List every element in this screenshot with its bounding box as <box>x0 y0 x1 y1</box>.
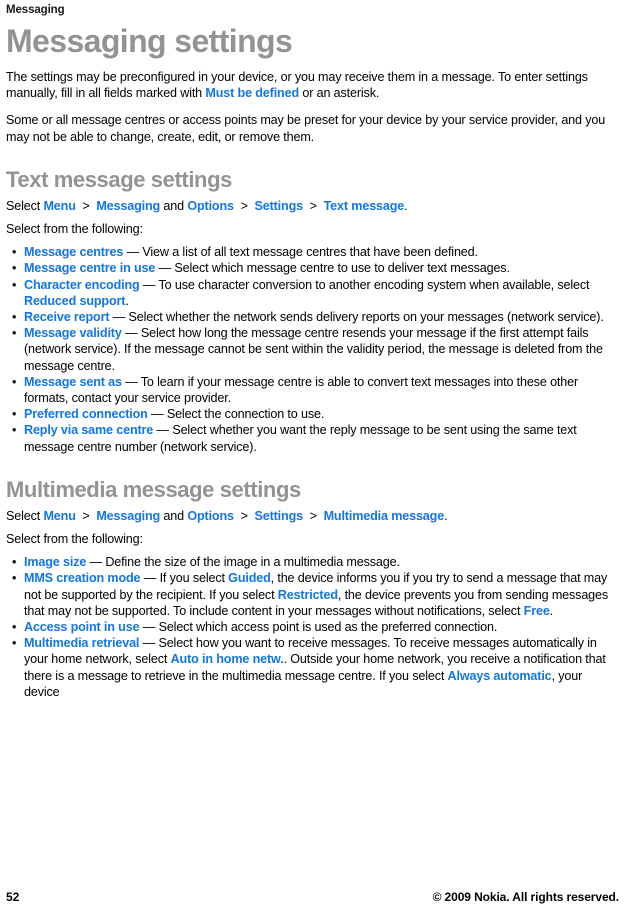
setting-description: . <box>125 293 129 308</box>
list-item: • Preferred connection — Select the conne… <box>6 406 619 422</box>
setting-description: — View a list of all text message centre… <box>123 245 478 260</box>
bullet-dot-icon: • <box>12 374 17 389</box>
setting-description: . <box>549 603 554 618</box>
menu-path-prefix: Select <box>6 198 44 213</box>
setting-name[interactable]: Access point in use <box>24 620 140 634</box>
setting-name[interactable]: Character encoding <box>24 278 140 292</box>
intro-para1-text-b: or an asterisk. <box>299 86 380 101</box>
menu-path-item[interactable]: Multimedia message <box>324 509 445 523</box>
bullet-dot-icon: • <box>12 636 17 651</box>
menu-path: Select Menu > Messaging and Options > Se… <box>6 198 619 214</box>
list-item: • MMS creation mode — If you select Guide… <box>6 570 619 619</box>
list-item: • Message centres — View a list of all te… <box>6 244 619 260</box>
setting-value-keyword[interactable]: Auto in home netw. <box>171 652 284 666</box>
setting-name[interactable]: MMS creation mode <box>24 571 141 585</box>
menu-path-item[interactable]: Options <box>187 509 234 523</box>
setting-value-keyword[interactable]: Reduced support <box>24 294 125 308</box>
setting-name[interactable]: Multimedia retrieval <box>24 636 139 650</box>
running-header: Messaging <box>6 4 65 16</box>
setting-value-keyword[interactable]: Guided <box>228 571 271 585</box>
list-item: • Access point in use — Select which acce… <box>6 619 619 635</box>
setting-value-keyword[interactable]: Restricted <box>278 588 338 602</box>
menu-path-item[interactable]: Settings <box>254 199 303 213</box>
setting-description: — Select which message centre to use to … <box>155 261 510 276</box>
bullet-dot-icon: • <box>12 423 17 438</box>
setting-name[interactable]: Reply via same centre <box>24 423 153 437</box>
menu-path-item[interactable]: Messaging <box>96 199 160 213</box>
menu-path-separator: > <box>233 198 255 213</box>
bullet-dot-icon: • <box>12 261 17 276</box>
list-item: • Multimedia retrieval — Select how you w… <box>6 635 619 700</box>
menu-path-item[interactable]: Options <box>187 199 234 213</box>
menu-path-item[interactable]: Text message <box>324 199 405 213</box>
setting-name[interactable]: Message centres <box>24 245 123 259</box>
bullet-dot-icon: • <box>12 277 17 292</box>
section-lead-in: Select from the following: <box>6 532 143 547</box>
list-item: • Message centre in use — Select which me… <box>6 260 619 276</box>
bullet-dot-icon: • <box>12 310 17 325</box>
bullet-dot-icon: • <box>12 326 17 341</box>
setting-name[interactable]: Image size <box>24 555 86 569</box>
menu-path-separator: > <box>302 198 324 213</box>
menu-path-separator: and <box>160 198 188 213</box>
menu-path-item[interactable]: Menu <box>43 199 75 213</box>
menu-path-separator: > <box>75 508 97 523</box>
document-page: Messaging Messaging settings The setting… <box>0 0 625 912</box>
menu-path-separator: > <box>233 508 255 523</box>
setting-description: — Select whether the network sends deliv… <box>109 310 604 325</box>
settings-list: • Message centres — View a list of all te… <box>6 244 619 455</box>
menu-path-separator: and <box>160 508 188 523</box>
list-item: • Message validity — Select how long the … <box>6 325 619 374</box>
setting-value-keyword[interactable]: Free <box>524 604 550 618</box>
menu-path-prefix: Select <box>6 508 44 523</box>
sections-container: Text message settings Select Menu > Messa… <box>6 167 619 700</box>
menu-path: Select Menu > Messaging and Options > Se… <box>6 508 619 524</box>
bullet-dot-icon: • <box>12 571 17 586</box>
menu-path-item[interactable]: Settings <box>254 509 303 523</box>
list-item: • Reply via same centre — Select whether … <box>6 422 619 454</box>
setting-name[interactable]: Message centre in use <box>24 261 155 275</box>
bullet-dot-icon: • <box>12 555 17 570</box>
setting-description: — Define the size of the image in a mult… <box>86 555 400 570</box>
setting-name[interactable]: Message validity <box>24 326 122 340</box>
list-item: • Message sent as — To learn if your mess… <box>6 374 619 406</box>
settings-list: • Image size — Define the size of the ima… <box>6 554 619 700</box>
list-item: • Image size — Define the size of the ima… <box>6 554 619 570</box>
list-item: • Character encoding — To use character c… <box>6 277 619 309</box>
intro-paragraph-2: Some or all message centres or access po… <box>6 113 606 144</box>
bullet-dot-icon: • <box>12 407 17 422</box>
menu-path-item[interactable]: Menu <box>43 509 75 523</box>
footer-copyright: © 2009 Nokia. All rights reserved. <box>432 890 620 904</box>
keyword-must-be-defined: Must be defined <box>205 86 299 101</box>
setting-name[interactable]: Preferred connection <box>24 407 148 421</box>
setting-description: — If you select <box>140 571 229 586</box>
section-heading: Multimedia message settings <box>6 476 301 502</box>
bullet-dot-icon: • <box>12 620 17 635</box>
menu-path-separator: > <box>302 508 324 523</box>
footer-page-number: 52 <box>6 890 20 904</box>
menu-path-suffix: . <box>444 508 448 523</box>
bullet-dot-icon: • <box>12 245 17 260</box>
page-title: Messaging settings <box>6 23 293 59</box>
setting-description: — Select the connection to use. <box>147 407 325 422</box>
menu-path-item[interactable]: Messaging <box>96 509 160 523</box>
section-heading: Text message settings <box>6 166 232 192</box>
setting-value-keyword[interactable]: Always automatic <box>448 669 552 683</box>
setting-name[interactable]: Message sent as <box>24 375 122 389</box>
setting-description: — Select which access point is used as t… <box>139 620 498 635</box>
section-lead-in: Select from the following: <box>6 222 143 237</box>
setting-name[interactable]: Receive report <box>24 310 110 324</box>
intro-paragraph-1: The settings may be preconfigured in you… <box>6 69 619 101</box>
menu-path-suffix: . <box>404 198 408 213</box>
page-footer: 52 © 2009 Nokia. All rights reserved. <box>6 890 619 904</box>
list-item: • Receive report — Select whether the net… <box>6 309 619 325</box>
menu-path-separator: > <box>75 198 97 213</box>
setting-description: — To use character conversion to another… <box>139 277 590 292</box>
